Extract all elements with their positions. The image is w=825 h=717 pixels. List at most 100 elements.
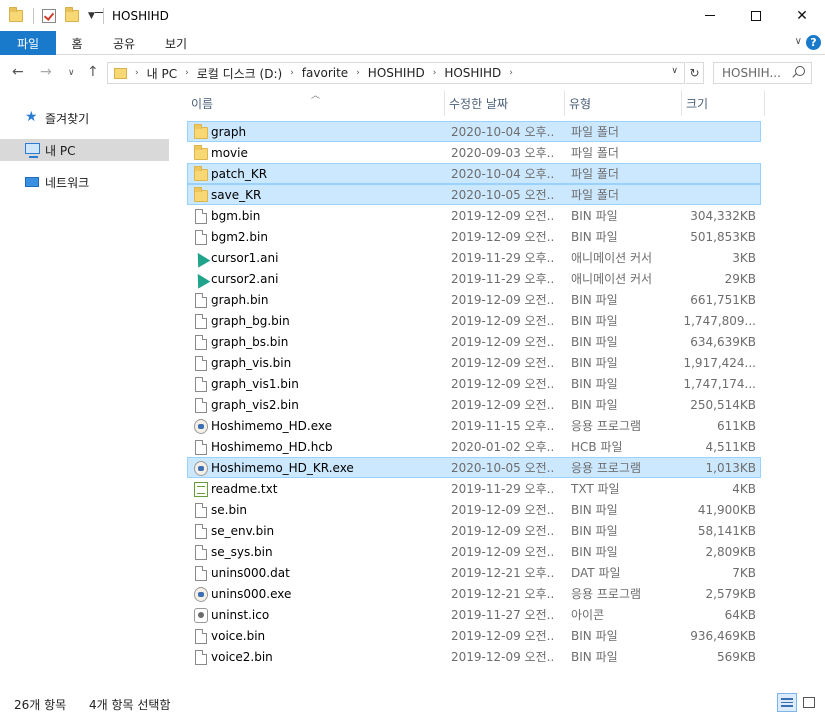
folder-icon xyxy=(194,166,208,181)
file-name: graph.bin xyxy=(211,292,269,307)
breadcrumb-hoshihd-parent[interactable]: HOSHIHD xyxy=(368,66,425,80)
file-row[interactable]: graph_bg.bin 2019-12-09 오전... BIN 파일 1,747,… xyxy=(187,310,761,331)
file-name: graph xyxy=(211,124,247,139)
file-row[interactable]: readme.txt 2019-11-29 오후... TXT 파일 4KB xyxy=(187,478,761,499)
file-type: BIN 파일 xyxy=(571,377,618,391)
nav-item-this-pc[interactable]: 내 PC xyxy=(0,139,169,161)
file-size: 1,747,809... xyxy=(683,313,756,328)
file-type: BIN 파일 xyxy=(571,503,618,517)
file-name: unins000.dat xyxy=(211,565,290,580)
file-row[interactable]: Hoshimemo_HD.hcb 2020-01-02 오후... HCB 파일 4,… xyxy=(187,436,761,457)
minimize-icon xyxy=(705,15,715,16)
file-size: 41,900KB xyxy=(697,502,756,517)
file-row[interactable]: movie 2020-09-03 오후... 파일 폴더 xyxy=(187,142,761,163)
file-icon xyxy=(195,440,207,455)
nav-item-favorites[interactable]: ★ 즐겨찾기 xyxy=(0,107,169,129)
large-icons-view-button[interactable] xyxy=(799,693,819,712)
column-header-date[interactable]: 수정한 날짜 xyxy=(445,90,565,116)
tab-file[interactable]: 파일 xyxy=(0,31,56,55)
file-type: BIN 파일 xyxy=(571,545,618,559)
file-date: 2019-11-29 오후... xyxy=(451,251,555,265)
search-input[interactable]: HOSHIH... xyxy=(713,62,812,84)
breadcrumb-chevron-icon[interactable]: › xyxy=(356,68,360,78)
maximize-button[interactable] xyxy=(733,0,779,31)
file-date: 2020-10-04 오후... xyxy=(451,167,555,181)
file-row[interactable]: se_sys.bin 2019-12-09 오전... BIN 파일 2,809KB xyxy=(187,541,761,562)
file-date: 2020-01-02 오후... xyxy=(451,440,555,454)
file-row[interactable]: graph_vis1.bin 2019-12-09 오전... BIN 파일 1,74… xyxy=(187,373,761,394)
breadcrumb-chevron-icon[interactable]: › xyxy=(185,68,189,78)
file-date: 2019-11-15 오후... xyxy=(451,419,555,433)
new-folder-icon[interactable] xyxy=(65,6,79,22)
file-row[interactable]: graph 2020-10-04 오후... 파일 폴더 xyxy=(187,121,761,142)
file-row[interactable]: unins000.dat 2019-12-21 오후... DAT 파일 7KB xyxy=(187,562,761,583)
file-type: 아이콘 xyxy=(571,608,605,622)
breadcrumb-chevron-icon[interactable]: › xyxy=(290,68,294,78)
properties-icon[interactable] xyxy=(42,8,56,23)
file-row[interactable]: Hoshimemo_HD.exe 2019-11-15 오후... 응용 프로그램 6… xyxy=(187,415,761,436)
chevron-down-icon[interactable]: ∨ xyxy=(795,36,802,47)
file-size: 64KB xyxy=(724,607,756,622)
file-date: 2019-12-09 오전... xyxy=(451,650,555,664)
close-button[interactable]: ✕ xyxy=(779,0,825,31)
file-date: 2019-11-27 오전... xyxy=(451,608,555,622)
details-view-icon xyxy=(781,698,793,707)
file-date: 2019-11-29 오후... xyxy=(451,272,555,286)
file-type: HCB 파일 xyxy=(571,440,623,454)
breadcrumb-chevron-icon[interactable]: › xyxy=(135,68,139,78)
file-name: voice.bin xyxy=(211,628,266,643)
breadcrumb-this-pc[interactable]: 내 PC xyxy=(147,65,177,82)
breadcrumb-chevron-icon[interactable]: › xyxy=(509,68,513,78)
file-row[interactable]: se.bin 2019-12-09 오전... BIN 파일 41,900KB xyxy=(187,499,761,520)
file-row[interactable]: unins000.exe 2019-12-21 오후... 응용 프로그램 2,579… xyxy=(187,583,761,604)
tab-share[interactable]: 공유 xyxy=(104,31,144,55)
details-view-button[interactable] xyxy=(777,693,797,712)
file-name: Hoshimemo_HD_KR.exe xyxy=(211,460,354,475)
file-row[interactable]: Hoshimemo_HD_KR.exe 2020-10-05 오전... 응용 프로… xyxy=(187,457,761,478)
tab-home[interactable]: 홈 xyxy=(60,31,94,55)
address-dropdown-icon[interactable]: ∨ xyxy=(671,66,678,76)
address-bar[interactable]: › 내 PC › 로컬 디스크 (D:) › favorite › HOSHIH… xyxy=(107,62,685,84)
up-arrow-icon[interactable]: ↑ xyxy=(87,64,99,80)
breadcrumb-local-disk[interactable]: 로컬 디스크 (D:) xyxy=(197,65,282,82)
file-name: movie xyxy=(211,145,248,160)
breadcrumb-favorite[interactable]: favorite xyxy=(302,66,348,80)
file-row[interactable]: graph_bs.bin 2019-12-09 오전... BIN 파일 634,63… xyxy=(187,331,761,352)
tab-view[interactable]: 보기 xyxy=(156,31,196,55)
column-header-name[interactable]: 이름 xyxy=(187,90,445,116)
file-date: 2019-12-09 오전... xyxy=(451,503,555,517)
nav-item-network[interactable]: 네트워크 xyxy=(0,171,169,193)
file-row[interactable]: patch_KR 2020-10-04 오후... 파일 폴더 xyxy=(187,163,761,184)
file-row[interactable]: bgm2.bin 2019-12-09 오전... BIN 파일 501,853KB xyxy=(187,226,761,247)
file-row[interactable]: voice2.bin 2019-12-09 오전... BIN 파일 569KB xyxy=(187,646,761,667)
file-size: 569KB xyxy=(716,649,756,664)
file-row[interactable]: se_env.bin 2019-12-09 오전... BIN 파일 58,141KB xyxy=(187,520,761,541)
breadcrumb-chevron-icon[interactable]: › xyxy=(433,68,437,78)
file-row[interactable]: voice.bin 2019-12-09 오전... BIN 파일 936,469KB xyxy=(187,625,761,646)
column-header-size[interactable]: 크기 xyxy=(682,90,765,116)
file-row[interactable]: graph_vis2.bin 2019-12-09 오전... BIN 파일 250,… xyxy=(187,394,761,415)
file-row[interactable]: graph_vis.bin 2019-12-09 오전... BIN 파일 1,917… xyxy=(187,352,761,373)
folder-icon xyxy=(194,124,208,139)
minimize-button[interactable] xyxy=(687,0,733,31)
file-row[interactable]: cursor1.ani 2019-11-29 오후... 애니메이션 커서 3KB xyxy=(187,247,761,268)
file-name: se_env.bin xyxy=(211,523,275,538)
nav-item-label: 즐겨찾기 xyxy=(45,111,90,126)
file-row[interactable]: graph.bin 2019-12-09 오전... BIN 파일 661,751KB xyxy=(187,289,761,310)
recent-locations-chevron-icon[interactable]: ∨ xyxy=(68,68,75,78)
column-header-type[interactable]: 유형 xyxy=(565,90,682,116)
folder-icon xyxy=(194,187,208,202)
file-type: BIN 파일 xyxy=(571,314,618,328)
file-row[interactable]: bgm.bin 2019-12-09 오전... BIN 파일 304,332KB xyxy=(187,205,761,226)
search-icon[interactable] xyxy=(795,66,805,76)
breadcrumb-hoshihd-current[interactable]: HOSHIHD xyxy=(444,66,501,80)
back-arrow-icon[interactable]: ← xyxy=(12,64,24,80)
app-icon xyxy=(194,587,208,602)
help-icon[interactable]: ? xyxy=(806,35,821,50)
refresh-button[interactable]: ↻ xyxy=(686,62,704,84)
file-row[interactable]: uninst.ico 2019-11-27 오전... 아이콘 64KB xyxy=(187,604,761,625)
file-row[interactable]: cursor2.ani 2019-11-29 오후... 애니메이션 커서 29KB xyxy=(187,268,761,289)
customize-dropdown-icon[interactable]: ▼ xyxy=(87,9,103,23)
file-row[interactable]: save_KR 2020-10-05 오전... 파일 폴더 xyxy=(187,184,761,205)
forward-arrow-icon[interactable]: → xyxy=(40,64,52,80)
